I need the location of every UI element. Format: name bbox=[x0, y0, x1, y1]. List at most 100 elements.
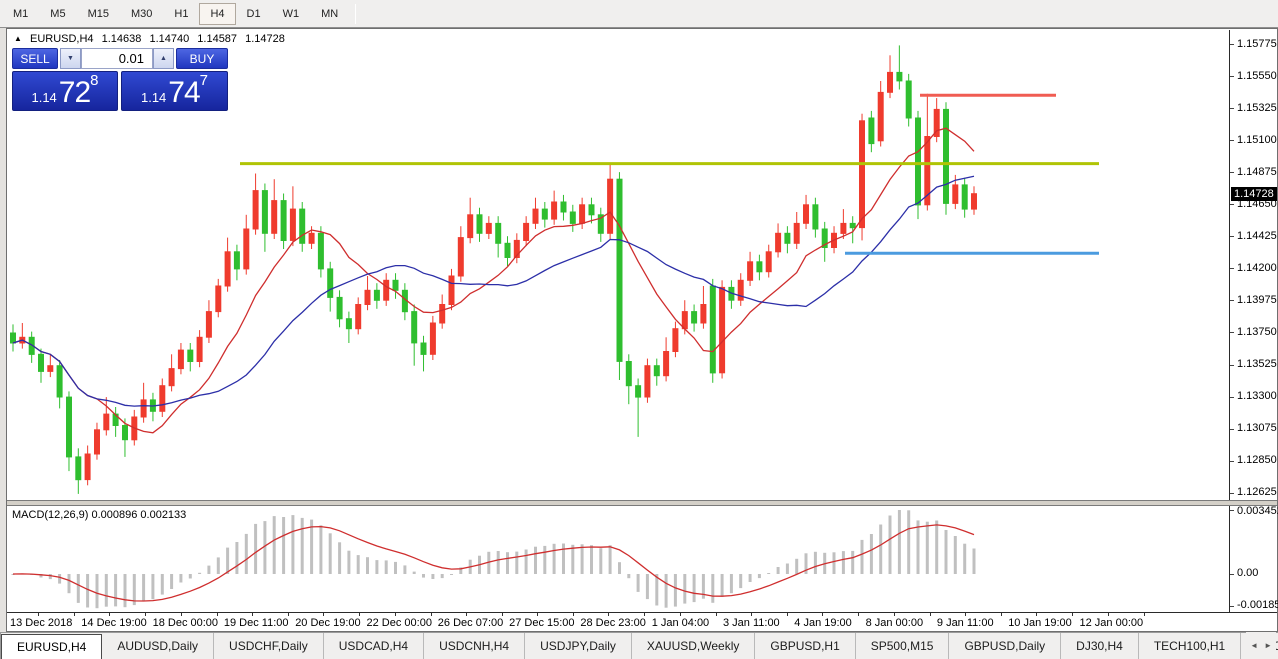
time-tick bbox=[537, 613, 538, 616]
time-tick bbox=[822, 613, 823, 616]
price-tick-label: 1.15325 bbox=[1237, 102, 1277, 114]
tab-usdcnh-h4[interactable]: USDCNH,H4 bbox=[424, 633, 525, 659]
price-tick-label: 1.12625 bbox=[1237, 486, 1277, 498]
macd-indicator-label: MACD(12,26,9) 0.000896 0.002133 bbox=[12, 509, 186, 521]
current-price-badge: 1.14728 bbox=[1231, 187, 1277, 201]
tab-usdchf-daily[interactable]: USDCHF,Daily bbox=[214, 633, 324, 659]
tab-sp500-m15[interactable]: SP500,M15 bbox=[856, 633, 950, 659]
time-tick-label: 9 Jan 11:00 bbox=[937, 617, 994, 629]
tab-gbpusd-daily[interactable]: GBPUSD,Daily bbox=[949, 633, 1061, 659]
time-tick bbox=[930, 613, 931, 616]
time-tick bbox=[431, 613, 432, 616]
timeframe-m5[interactable]: M5 bbox=[39, 3, 76, 25]
volume-input[interactable] bbox=[81, 48, 153, 69]
time-tick-label: 18 Dec 00:00 bbox=[153, 617, 218, 629]
price-tick bbox=[1230, 300, 1234, 301]
time-tick bbox=[716, 613, 717, 616]
time-tick bbox=[288, 613, 289, 616]
time-tick bbox=[181, 613, 182, 616]
tabs-scroll-left-icon[interactable]: ◄ bbox=[1250, 641, 1258, 650]
time-tick-label: 28 Dec 23:00 bbox=[580, 617, 645, 629]
time-tick bbox=[965, 613, 966, 616]
price-tick bbox=[1230, 76, 1234, 77]
timeframe-w1[interactable]: W1 bbox=[272, 3, 311, 25]
macd-axis-min: -0.001851 bbox=[1237, 599, 1278, 611]
chart-title: ▲ EURUSD,H4 1.14638 1.14740 1.14587 1.14… bbox=[14, 33, 290, 45]
time-tick bbox=[1072, 613, 1073, 616]
tabbar-scroll-controls: ◄ ► bbox=[1246, 632, 1276, 659]
time-tick bbox=[1001, 613, 1002, 616]
time-tick bbox=[1108, 613, 1109, 616]
price-tick-label: 1.13300 bbox=[1237, 390, 1277, 402]
timeframe-m30[interactable]: M30 bbox=[120, 3, 163, 25]
ohlc-high: 1.14740 bbox=[149, 33, 189, 45]
tab-usdcad-h4[interactable]: USDCAD,H4 bbox=[324, 633, 424, 659]
timeframe-d1[interactable]: D1 bbox=[236, 3, 272, 25]
sell-button[interactable]: SELL bbox=[12, 48, 58, 69]
tab-audusd-daily[interactable]: AUDUSD,Daily bbox=[102, 633, 214, 659]
buy-button[interactable]: BUY bbox=[176, 48, 228, 69]
time-tick bbox=[323, 613, 324, 616]
time-tick bbox=[145, 613, 146, 616]
price-tick bbox=[1230, 429, 1234, 430]
chart-symbol-label: EURUSD,H4 bbox=[30, 33, 94, 45]
tabs-scroll-right-icon[interactable]: ► bbox=[1264, 641, 1272, 650]
time-tick bbox=[74, 613, 75, 616]
tab-xauusd-weekly[interactable]: XAUUSD,Weekly bbox=[632, 633, 755, 659]
collapse-panel-icon[interactable]: ▲ bbox=[14, 34, 22, 43]
price-tick-label: 1.14425 bbox=[1237, 230, 1277, 242]
panel-divider[interactable] bbox=[7, 500, 1277, 506]
price-axis[interactable]: 1.14728 1.157751.155501.153251.151001.14… bbox=[1229, 30, 1277, 500]
time-tick-label: 19 Dec 11:00 bbox=[224, 617, 289, 629]
time-tick bbox=[894, 613, 895, 616]
time-tick-label: 12 Jan 00:00 bbox=[1080, 617, 1144, 629]
price-tick-label: 1.14200 bbox=[1237, 262, 1277, 274]
timeframe-mn[interactable]: MN bbox=[310, 3, 349, 25]
time-tick bbox=[359, 613, 360, 616]
price-tick bbox=[1230, 365, 1234, 366]
buy-price-display[interactable]: 1.14 74 7 bbox=[121, 71, 228, 111]
price-tick-label: 1.15100 bbox=[1237, 134, 1277, 146]
macd-axis-zero: 0.00 bbox=[1237, 567, 1258, 579]
timeframe-h4[interactable]: H4 bbox=[199, 3, 235, 25]
tab-dj30-h4[interactable]: DJ30,H4 bbox=[1061, 633, 1139, 659]
sell-price-display[interactable]: 1.14 72 8 bbox=[12, 71, 118, 111]
price-tick bbox=[1230, 204, 1234, 205]
price-tick bbox=[1230, 332, 1234, 333]
time-tick-label: 20 Dec 19:00 bbox=[295, 617, 360, 629]
time-tick-label: 13 Dec 2018 bbox=[10, 617, 72, 629]
price-tick bbox=[1230, 461, 1234, 462]
time-tick-label: 26 Dec 07:00 bbox=[438, 617, 503, 629]
volume-increase-button[interactable]: ▲ bbox=[153, 48, 174, 69]
price-tick-label: 1.13975 bbox=[1237, 294, 1277, 306]
time-axis[interactable]: 13 Dec 201814 Dec 19:0018 Dec 00:0019 De… bbox=[7, 612, 1277, 631]
sell-price-main: 1.14 bbox=[31, 88, 56, 107]
buy-price-point: 7 bbox=[200, 74, 208, 87]
macd-canvas[interactable] bbox=[8, 506, 1229, 612]
sell-price-pips: 72 bbox=[59, 79, 90, 107]
macd-axis: 0.003452 0.00 -0.001851 bbox=[1229, 506, 1277, 612]
time-tick bbox=[252, 613, 253, 616]
price-tick bbox=[1230, 268, 1234, 269]
price-tick-label: 1.12850 bbox=[1237, 454, 1277, 466]
price-tick bbox=[1230, 493, 1234, 494]
price-tick bbox=[1230, 140, 1234, 141]
tab-eurusd-h4[interactable]: EURUSD,H4 bbox=[1, 634, 102, 659]
tab-tech100-h1[interactable]: TECH100,H1 bbox=[1139, 633, 1241, 659]
volume-decrease-button[interactable]: ▼ bbox=[60, 48, 81, 69]
time-tick bbox=[787, 613, 788, 616]
timeframe-m15[interactable]: M15 bbox=[77, 3, 120, 25]
ohlc-low: 1.14587 bbox=[197, 33, 237, 45]
sell-price-point: 8 bbox=[90, 74, 98, 87]
macd-axis-max: 0.003452 bbox=[1237, 505, 1278, 517]
price-tick bbox=[1230, 108, 1234, 109]
price-tick bbox=[1230, 172, 1234, 173]
timeframe-m1[interactable]: M1 bbox=[2, 3, 39, 25]
tab-usdjpy-daily[interactable]: USDJPY,Daily bbox=[525, 633, 632, 659]
time-tick bbox=[1144, 613, 1145, 616]
time-tick bbox=[573, 613, 574, 616]
tab-gbpusd-h1[interactable]: GBPUSD,H1 bbox=[755, 633, 855, 659]
time-tick bbox=[38, 613, 39, 616]
time-tick-label: 27 Dec 15:00 bbox=[509, 617, 574, 629]
timeframe-h1[interactable]: H1 bbox=[163, 3, 199, 25]
